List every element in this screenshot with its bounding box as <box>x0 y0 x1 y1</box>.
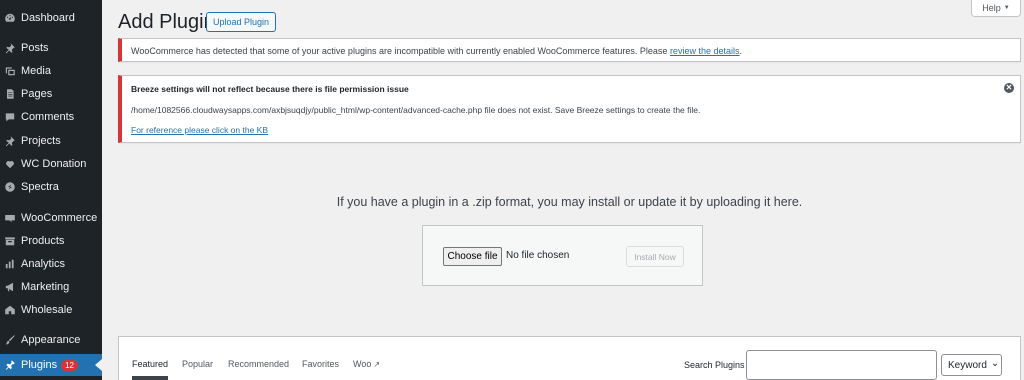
search-plugins-label: Search Plugins <box>684 360 745 370</box>
sidebar-item-plugins[interactable]: Plugins 12 <box>0 354 102 376</box>
sidebar-item-dashboard[interactable]: Dashboard <box>0 7 102 29</box>
tab-popular[interactable]: Popular <box>182 359 213 369</box>
sidebar-item-label: Products <box>21 235 65 247</box>
sidebar-item-products[interactable]: Products <box>0 230 102 252</box>
sidebar-item-spectra[interactable]: Spectra <box>0 176 102 198</box>
heart-icon <box>3 158 16 171</box>
kb-reference-link[interactable]: For reference please click on the KB <box>131 125 268 135</box>
archive-icon <box>3 235 16 248</box>
install-now-button[interactable]: Install Now <box>626 246 684 267</box>
dismiss-notice-icon[interactable]: ✕ <box>1004 83 1014 93</box>
sidebar-item-projects[interactable]: Projects <box>0 130 102 152</box>
admin-sidebar: Dashboard Posts Media Pages Comments Pro… <box>0 0 102 380</box>
sidebar-item-label: Projects <box>21 135 61 147</box>
sidebar-item-label: Posts <box>21 42 49 54</box>
sidebar-item-analytics[interactable]: Analytics <box>0 253 102 275</box>
megaphone-icon <box>3 281 16 294</box>
plugin-filter-bar: Featured Popular Recommended Favorites W… <box>118 336 1021 380</box>
choose-file-button[interactable]: Choose file <box>443 247 502 266</box>
upload-form: Choose file No file chosen Install Now <box>422 225 703 286</box>
sidebar-item-label: Pages <box>21 88 53 100</box>
pages-icon <box>3 88 16 101</box>
sidebar-item-label: Analytics <box>21 258 66 270</box>
sidebar-item-pages[interactable]: Pages <box>0 83 102 105</box>
sidebar-item-label: Comments <box>21 111 75 123</box>
tab-featured[interactable]: Featured <box>132 359 169 380</box>
caret-down-icon: ▼ <box>1003 5 1010 11</box>
file-status-text: No file chosen <box>506 250 570 261</box>
chart-icon <box>3 258 16 271</box>
comments-icon <box>3 111 16 124</box>
sidebar-item-label: Wholesale <box>21 304 73 316</box>
pin-icon <box>3 42 16 55</box>
sidebar-item-media[interactable]: Media <box>0 60 102 82</box>
tab-recommended[interactable]: Recommended <box>228 359 289 369</box>
upload-help-text: If you have a plugin in a .zip format, y… <box>336 195 803 209</box>
sidebar-item-posts[interactable]: Posts <box>0 37 102 59</box>
sidebar-item-label: Appearance <box>21 334 81 346</box>
breeze-permission-notice: Breeze settings will not reflect because… <box>118 75 1021 143</box>
sidebar-item-woocommerce[interactable]: WooCommerce <box>0 207 102 229</box>
tab-woo-label: Woo <box>353 359 372 369</box>
spectra-icon <box>3 181 16 194</box>
pin-icon <box>3 135 16 148</box>
woocommerce-compat-notice: WooCommerce has detected that some of yo… <box>118 38 1021 62</box>
notice-title: Breeze settings will not reflect because… <box>131 84 409 94</box>
chevron-down-icon: ⌄ <box>990 357 1000 369</box>
help-tab-label: Help <box>982 3 1001 13</box>
woo-icon <box>3 212 16 225</box>
tab-favorites[interactable]: Favorites <box>302 359 339 369</box>
sidebar-item-wc-donation[interactable]: WC Donation <box>0 153 102 175</box>
help-tab-button[interactable]: Help ▼ <box>971 0 1021 17</box>
sidebar-item-marketing[interactable]: Marketing <box>0 276 102 298</box>
search-type-value: Keyword <box>948 359 987 371</box>
external-link-icon: ↗ <box>373 360 381 369</box>
notice-message: WooCommerce has detected that some of yo… <box>131 46 670 56</box>
plugin-update-badge: 12 <box>61 359 78 371</box>
search-type-select[interactable]: Keyword ⌄ <box>941 354 1002 376</box>
brush-icon <box>3 334 16 347</box>
plugin-icon <box>3 359 16 372</box>
tab-woo[interactable]: Woo ↗ <box>353 359 380 369</box>
sidebar-item-label: Media <box>21 65 51 77</box>
sidebar-item-label: WC Donation <box>21 158 87 170</box>
sidebar-item-appearance[interactable]: Appearance <box>0 329 102 351</box>
notice-path-text: /home/1082566.cloudwaysapps.com/axbjsuqd… <box>131 105 701 115</box>
sidebar-item-label: Plugins <box>21 359 58 371</box>
sidebar-item-label: Spectra <box>21 181 59 193</box>
notice-text: WooCommerce has detected that some of yo… <box>131 46 742 56</box>
wholesale-icon <box>3 304 16 317</box>
media-icon <box>3 65 16 78</box>
sidebar-item-comments[interactable]: Comments <box>0 106 102 128</box>
review-details-link[interactable]: review the details <box>670 46 740 56</box>
search-plugins-input[interactable] <box>746 350 937 380</box>
dashboard-icon <box>3 12 16 25</box>
notice-suffix: . <box>739 46 742 56</box>
upload-plugin-button[interactable]: Upload Plugin <box>206 12 276 32</box>
sidebar-item-wholesale[interactable]: Wholesale <box>0 299 102 321</box>
sidebar-item-label: Dashboard <box>21 12 75 24</box>
sidebar-item-label: Marketing <box>21 281 70 293</box>
sidebar-item-label: WooCommerce <box>21 212 98 224</box>
